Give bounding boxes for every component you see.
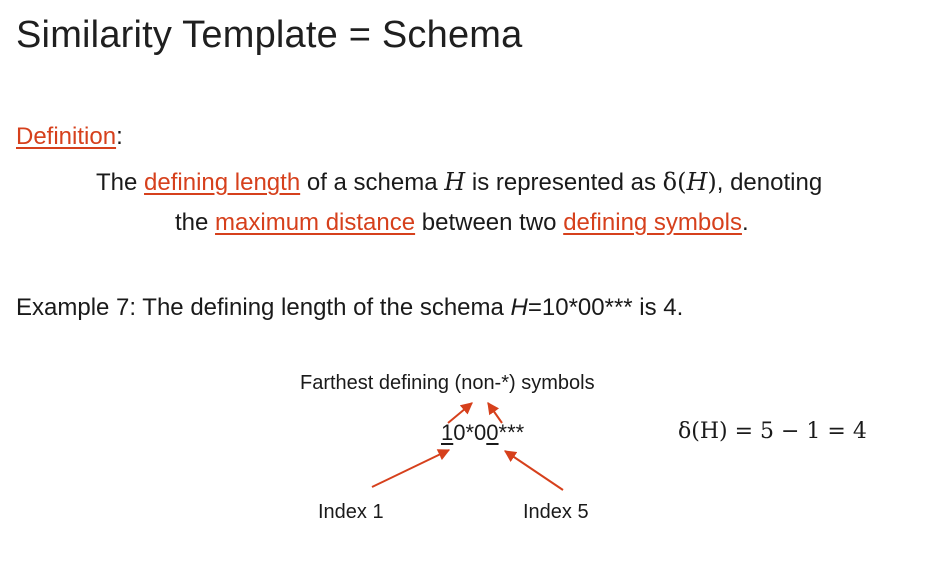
arrow-index5-to-last-symbol [504,450,564,491]
arrow-caption-to-first-symbol [447,402,473,424]
diagram-arrows [371,402,564,491]
arrow-index1-to-first-symbol [371,449,451,488]
arrow-caption-to-last-symbol [487,402,503,424]
